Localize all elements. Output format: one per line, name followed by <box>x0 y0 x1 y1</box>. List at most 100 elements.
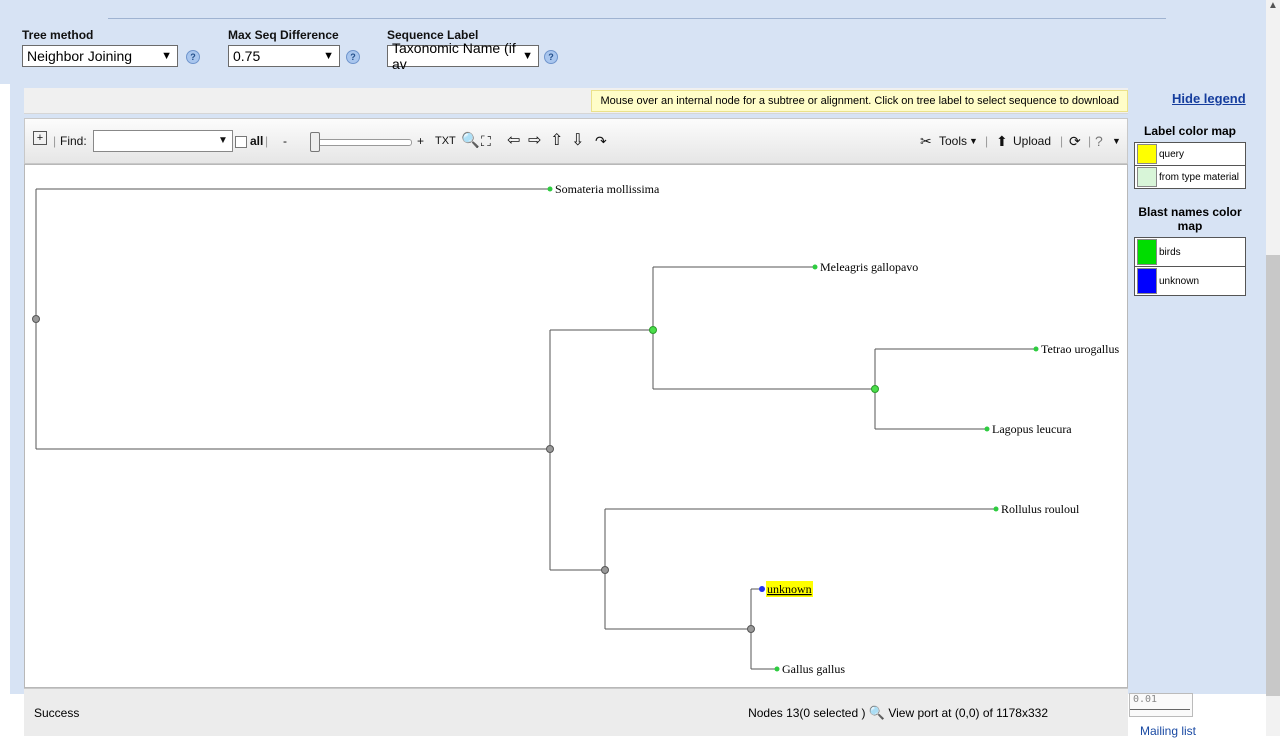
internal-node[interactable] <box>546 445 554 453</box>
zoom-icon[interactable]: 🔍 <box>869 705 885 720</box>
expand-icon[interactable]: + <box>33 131 47 145</box>
upload-button[interactable]: Upload <box>1013 132 1051 150</box>
rotate-icon[interactable]: ↷ <box>595 132 607 150</box>
blast-names-color-map: birds unknown <box>1134 237 1246 296</box>
legend-item: unknown <box>1135 267 1245 295</box>
leaf-label[interactable]: Gallus gallus <box>782 662 845 676</box>
internal-node[interactable] <box>601 566 609 574</box>
find-input[interactable] <box>93 130 233 152</box>
arrow-up-icon[interactable]: ⇧ <box>550 132 563 150</box>
leaf-label[interactable]: Rollulus rouloul <box>1001 502 1080 516</box>
hide-legend-link[interactable]: Hide legend <box>1172 91 1246 106</box>
leaf-label[interactable]: unknown <box>767 582 812 596</box>
find-label: Find: <box>60 134 87 148</box>
help-icon[interactable]: ? <box>186 50 200 64</box>
separator: | <box>1088 134 1092 148</box>
chevron-down-icon[interactable]: ▼ <box>218 132 228 150</box>
leaf-tetrao[interactable]: Tetrao urogallus <box>1033 342 1120 356</box>
help-icon[interactable]: ? <box>544 50 558 64</box>
chevron-down-icon: ▼ <box>323 50 334 62</box>
swatch <box>1137 268 1157 294</box>
swatch <box>1137 144 1157 164</box>
sequence-label-value: Taxonomic Name (if av <box>392 40 516 72</box>
separator: | <box>53 134 57 148</box>
swatch <box>1137 167 1157 187</box>
scrollbar-thumb[interactable] <box>1266 255 1280 696</box>
leaf-somateria[interactable]: Somateria mollissima <box>547 182 660 196</box>
leaf-meleagris[interactable]: Meleagris gallopavo <box>812 260 919 274</box>
chevron-down-icon[interactable]: ▼ <box>1112 132 1121 150</box>
tree-method-value: Neighbor Joining <box>27 48 133 64</box>
zoom-out-button[interactable]: - <box>283 132 287 150</box>
tools-button[interactable]: Tools <box>939 132 967 150</box>
leaf-label[interactable]: Tetrao urogallus <box>1041 342 1119 356</box>
zoom-in-button[interactable]: + <box>417 132 424 150</box>
arrow-left-icon[interactable]: ⇦ <box>507 132 520 150</box>
nodes-count: Nodes 13(0 selected ) <box>748 706 866 720</box>
viewport-info: View port at (0,0) of 1178x332 <box>888 706 1048 720</box>
max-seq-difference-value: 0.75 <box>233 48 261 64</box>
swatch <box>1137 239 1157 265</box>
notice-bar: Mouse over an internal node for a subtre… <box>24 88 1128 114</box>
chevron-down-icon: ▼ <box>161 50 172 62</box>
leaf-label[interactable]: Somateria mollissima <box>555 182 660 196</box>
legend-panel: Label color map query from type material… <box>1130 118 1250 302</box>
leaf-label[interactable]: Lagopus leucura <box>992 422 1072 436</box>
scale-bar: 0.01 <box>1129 693 1193 717</box>
legend-item: birds <box>1135 238 1245 267</box>
label-color-map: query from type material <box>1134 142 1246 189</box>
legend-label: query <box>1159 148 1185 160</box>
phylogenetic-tree[interactable]: Somateria mollissima Meleagris gallopavo… <box>25 165 1129 689</box>
leaf-label[interactable]: Meleagris gallopavo <box>820 260 918 274</box>
internal-node[interactable] <box>32 315 40 323</box>
leaf-lagopus[interactable]: Lagopus leucura <box>984 422 1073 436</box>
scroll-up-icon[interactable]: ▲ <box>1266 0 1280 14</box>
separator: | <box>265 134 269 148</box>
leaf-unknown-query[interactable]: unknown <box>759 581 813 597</box>
label-color-map-title: Label color map <box>1143 124 1237 138</box>
leaf-gallus[interactable]: Gallus gallus <box>774 662 846 676</box>
tree-method-field: Tree method Neighbor Joining ▼ ? <box>22 28 200 67</box>
internal-node[interactable] <box>747 625 755 633</box>
tree-canvas[interactable]: Somateria mollissima Meleagris gallopavo… <box>24 164 1128 688</box>
settings-panel: Tree method Neighbor Joining ▼ ? Max Seq… <box>0 0 1266 84</box>
scale-line <box>1130 709 1190 710</box>
tools-icon[interactable]: ✂ <box>920 132 932 150</box>
scale-value: 0.01 <box>1133 694 1158 705</box>
chevron-down-icon[interactable]: ▼ <box>969 132 978 150</box>
all-checkbox[interactable] <box>235 132 247 150</box>
leaf-rollulus[interactable]: Rollulus rouloul <box>993 502 1081 516</box>
arrow-right-icon[interactable]: ⇨ <box>528 132 541 150</box>
divider <box>108 18 1166 19</box>
fit-screen-icon[interactable]: ⛶ <box>481 132 491 150</box>
status-bar: Success Nodes 13(0 selected ) 🔍 View por… <box>24 688 1193 736</box>
sequence-label-select[interactable]: Taxonomic Name (if av ▼ <box>387 40 539 72</box>
legend-label: unknown <box>1159 275 1200 287</box>
upload-icon[interactable]: ⬆ <box>996 132 1008 150</box>
blast-names-color-map-title: Blast names color map <box>1138 205 1242 233</box>
max-seq-difference-field: Max Seq Difference 0.75 ▼ ? <box>228 28 360 67</box>
separator: | <box>985 134 989 148</box>
arrow-down-icon[interactable]: ⇩ <box>571 132 584 150</box>
max-seq-difference-select[interactable]: 0.75 ▼ <box>228 45 340 67</box>
legend-label: from type material <box>1159 171 1240 183</box>
max-seq-difference-label: Max Seq Difference <box>228 28 339 42</box>
refresh-icon[interactable]: ⟳ <box>1069 132 1081 150</box>
txt-button[interactable]: TXT <box>435 132 456 150</box>
tree-method-label: Tree method <box>22 28 94 42</box>
chevron-down-icon: ▼ <box>522 50 533 62</box>
status-message: Success <box>34 706 80 720</box>
internal-node[interactable] <box>649 326 657 334</box>
help-icon[interactable]: ? <box>346 50 360 64</box>
sequence-label-field: Sequence Label Taxonomic Name (if av ▼ ? <box>387 28 558 72</box>
help-icon[interactable]: ? <box>1095 132 1103 150</box>
legend-item: query <box>1135 143 1245 166</box>
zoom-slider-handle[interactable] <box>310 132 320 152</box>
internal-node[interactable] <box>871 385 879 393</box>
legend-label: birds <box>1159 246 1181 258</box>
zoom-slider[interactable] <box>310 139 412 146</box>
search-icon[interactable]: 🔍 <box>461 132 480 150</box>
all-label: all <box>250 134 264 148</box>
legend-item: from type material <box>1135 166 1245 188</box>
tree-method-select[interactable]: Neighbor Joining ▼ <box>22 45 178 67</box>
